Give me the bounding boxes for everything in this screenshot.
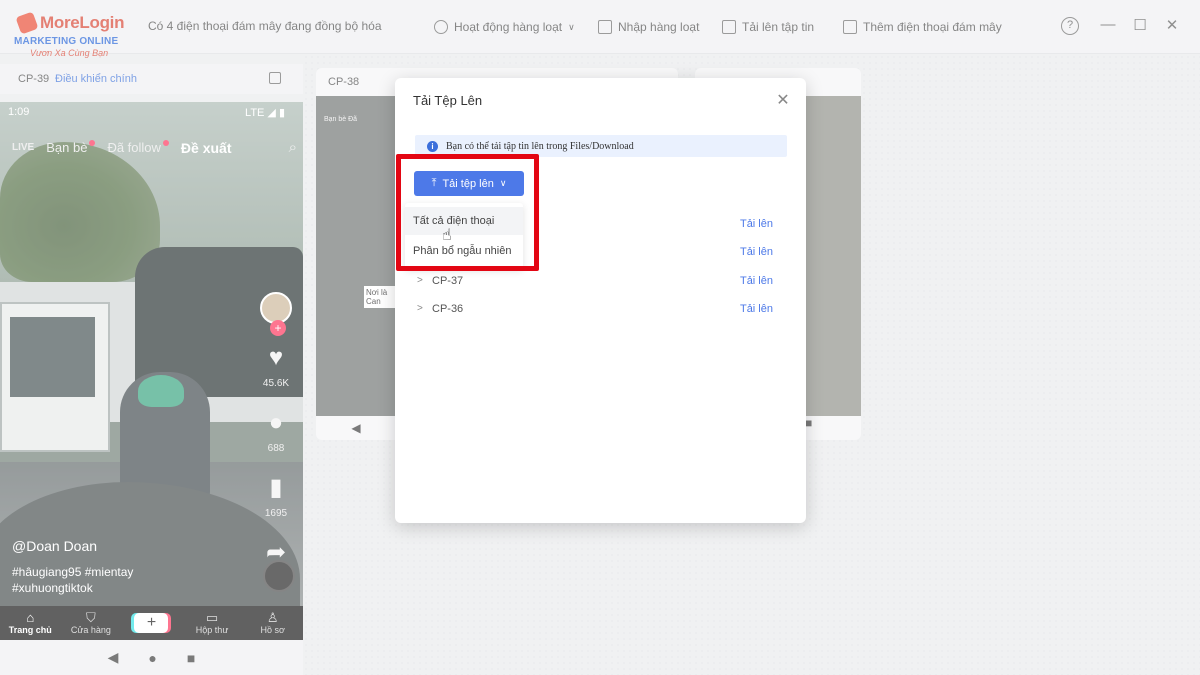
upload-row-link[interactable]: Tải lên <box>740 218 773 230</box>
phone-row-name: CP-36 <box>432 303 464 315</box>
upload-row-link[interactable]: Tải lên <box>740 246 773 258</box>
upload-row-link[interactable]: Tải lên <box>740 303 773 315</box>
info-text: Bạn có thể tải tập tin lên trong Files/D… <box>446 140 634 152</box>
phone-row-name: CP-37 <box>432 275 464 287</box>
close-icon[interactable]: ✕ <box>774 90 792 110</box>
highlight-annotation-box <box>396 154 539 271</box>
phone-row: > CP-36 Tải lên <box>413 301 785 321</box>
info-icon: i <box>427 140 438 152</box>
expand-caret-icon[interactable]: > <box>417 275 423 286</box>
phone-row: > CP-37 Tải lên <box>413 273 785 293</box>
expand-caret-icon[interactable]: > <box>417 303 423 314</box>
upload-row-link[interactable]: Tải lên <box>740 275 773 287</box>
upload-file-dialog: Tải Tệp Lên ✕ i Bạn có thể tải tập tin l… <box>395 78 806 523</box>
dialog-title: Tải Tệp Lên <box>413 93 483 108</box>
